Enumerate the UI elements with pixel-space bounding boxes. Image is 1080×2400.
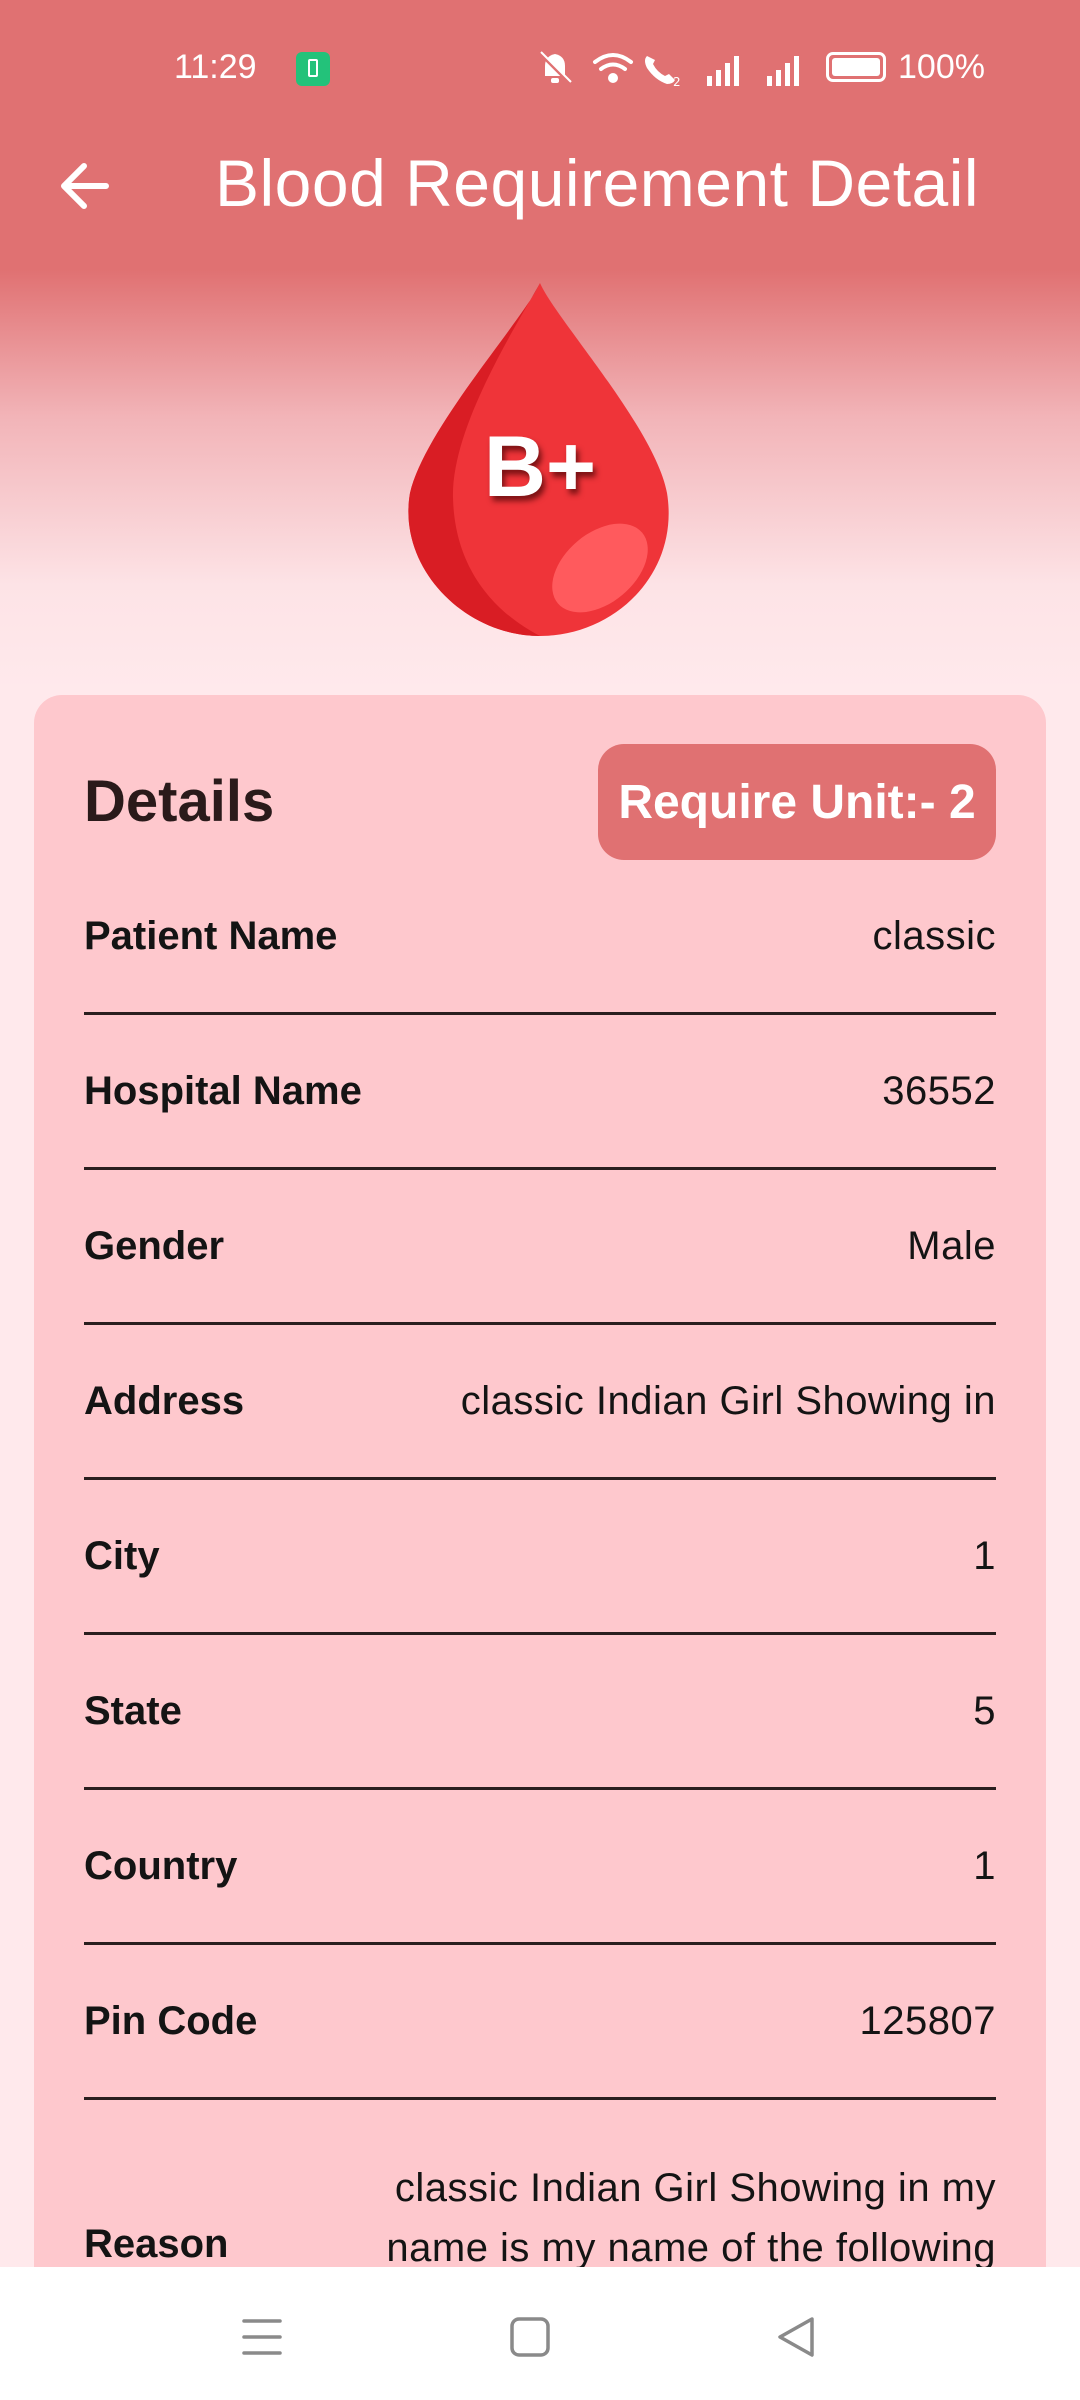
- mute-icon: [537, 50, 573, 86]
- detail-row-hospital-name: Hospital Name 36552: [84, 1015, 996, 1170]
- status-time: 11:29: [174, 48, 257, 86]
- detail-row-state: State 5: [84, 1635, 996, 1790]
- detail-label: City: [84, 1533, 160, 1578]
- detail-value: classic Indian Girl Showing in my name i…: [386, 2166, 996, 2270]
- details-title: Details: [84, 769, 275, 834]
- detail-row-address: Address classic Indian Girl Showing in: [84, 1325, 996, 1480]
- arrow-left-icon: [61, 163, 109, 209]
- status-bar: 11:29 2 100%: [0, 38, 1080, 98]
- detail-value: 125807: [859, 1998, 996, 2043]
- detail-label: State: [84, 1688, 182, 1733]
- detail-label: Patient Name: [84, 913, 338, 958]
- detail-row-country: Country 1: [84, 1790, 996, 1945]
- detail-value: 5: [973, 1688, 996, 1733]
- system-nav-bar: [0, 2267, 1080, 2400]
- detail-label: Hospital Name: [84, 1068, 362, 1113]
- detail-label: Gender: [84, 1223, 225, 1268]
- detail-value: Male: [907, 1223, 996, 1268]
- signal-icon: [767, 56, 799, 86]
- menu-icon[interactable]: [232, 2307, 292, 2367]
- detail-row-gender: Gender Male: [84, 1170, 996, 1325]
- wifi-icon: [593, 53, 633, 83]
- detail-label: Reason: [84, 2222, 229, 2266]
- status-icons: 2: [537, 50, 799, 88]
- detail-label: Pin Code: [84, 1998, 258, 2043]
- detail-value: 36552: [882, 1068, 996, 1113]
- require-unit-badge[interactable]: Require Unit:- 2: [598, 744, 996, 860]
- detail-value: 1: [973, 1533, 996, 1578]
- battery-icon: [826, 52, 886, 82]
- wifi-calling-icon: 2: [645, 56, 681, 88]
- back-triangle-icon[interactable]: [766, 2307, 826, 2367]
- details-list: Patient Name classic Hospital Name 36552…: [84, 860, 996, 2100]
- signal-icon: [707, 56, 739, 86]
- back-button[interactable]: [48, 150, 120, 222]
- detail-label: Address: [84, 1378, 245, 1423]
- detail-value: classic Indian Girl Showing in: [460, 1378, 996, 1423]
- page-title: Blood Requirement Detail: [215, 146, 980, 220]
- detail-row-patient-name: Patient Name classic: [84, 860, 996, 1015]
- svg-text:2: 2: [673, 75, 681, 88]
- detail-row-city: City 1: [84, 1480, 996, 1635]
- detail-row-pin-code: Pin Code 125807: [84, 1945, 996, 2100]
- detail-row-reason: Reason classic Indian Girl Showing in my…: [84, 2150, 996, 2270]
- battery-percent: 100%: [898, 48, 985, 86]
- battery-saver-icon: [296, 52, 330, 86]
- home-icon[interactable]: [500, 2307, 560, 2367]
- detail-value: 1: [973, 1843, 996, 1888]
- detail-value: classic: [872, 913, 996, 958]
- detail-label: Country: [84, 1843, 238, 1888]
- blood-group-label: B+: [483, 419, 597, 515]
